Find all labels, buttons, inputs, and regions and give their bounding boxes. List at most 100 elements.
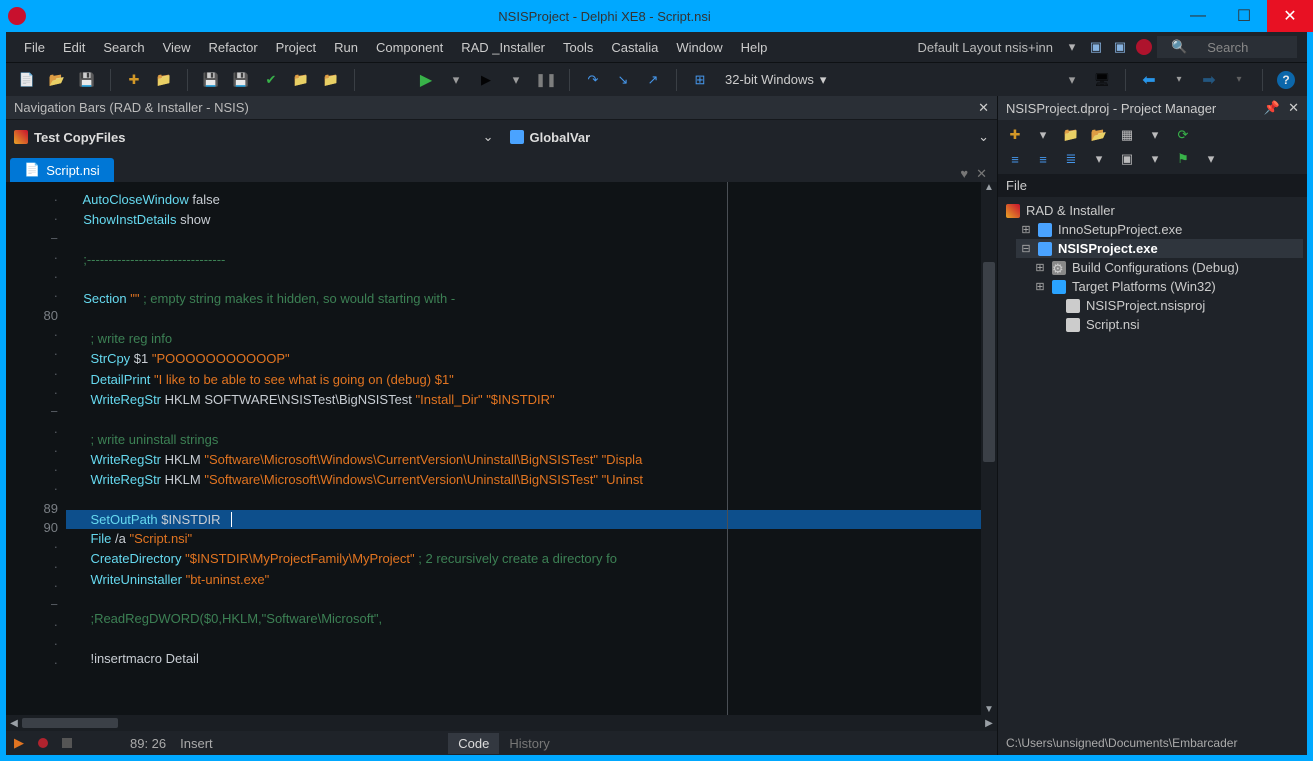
menu-component[interactable]: Component	[368, 36, 451, 59]
expand-icon[interactable]: ≡	[1006, 150, 1024, 168]
pm-toolbar: ✚ ▾ 📁 📂 ▦ ▾ ⟳	[998, 120, 1307, 150]
nav-back-button[interactable]: ⬅	[1138, 69, 1160, 91]
nav-forward-button[interactable]: ➡	[1198, 69, 1220, 91]
refresh-icon[interactable]: ⟳	[1174, 126, 1192, 144]
chevron-down-icon[interactable]: ▾	[1146, 150, 1164, 168]
new-file-icon[interactable]: 📄	[16, 69, 38, 91]
bottom-tab-history[interactable]: History	[499, 733, 559, 754]
menu-tools[interactable]: Tools	[555, 36, 601, 59]
menu-castalia[interactable]: Castalia	[603, 36, 666, 59]
chevron-down-icon[interactable]: ▾	[1202, 150, 1220, 168]
nav-global-selector[interactable]: GlobalVar	[502, 130, 971, 145]
folder-add-icon[interactable]: 📁	[290, 69, 312, 91]
tree-root[interactable]: RAD & Installer	[1002, 201, 1303, 220]
editor-tab-active[interactable]: 📄 Script.nsi	[10, 158, 114, 182]
collapse-icon[interactable]: ≡	[1034, 150, 1052, 168]
layout-icon-1[interactable]: ▣	[1085, 36, 1107, 58]
heart-icon[interactable]: ♥	[960, 166, 968, 182]
chevron-down-icon[interactable]: ▾	[1034, 126, 1052, 144]
desktop-icon[interactable]: 🖥	[1091, 69, 1113, 91]
close-panel-button[interactable]: ✕	[1288, 100, 1299, 116]
folder-new-icon[interactable]: 📁	[320, 69, 342, 91]
platforms-icon	[1052, 280, 1066, 294]
menu-file[interactable]: File	[16, 36, 53, 59]
pm-column-header[interactable]: File	[998, 174, 1307, 197]
code-editor[interactable]: 80 8990 AutoCloseWindow false ShowInstDe…	[6, 182, 997, 715]
menu-rad-installer[interactable]: RAD _Installer	[453, 36, 553, 59]
collapse-icon[interactable]: ⊟	[1020, 242, 1032, 255]
code-content[interactable]: AutoCloseWindow false ShowInstDetails sh…	[66, 182, 997, 715]
menu-refactor[interactable]: Refactor	[201, 36, 266, 59]
tree-node-inno[interactable]: ⊞ InnoSetupProject.exe	[1016, 220, 1303, 239]
close-button[interactable]: ✕	[1267, 0, 1313, 32]
nav-section-selector[interactable]: Test CopyFiles	[6, 130, 475, 145]
menu-help[interactable]: Help	[733, 36, 776, 59]
add-file-icon[interactable]: 📁	[1062, 126, 1080, 144]
chevron-down-icon[interactable]: ⌄	[475, 129, 502, 145]
menu-search[interactable]: Search	[95, 36, 152, 59]
step-over-icon[interactable]: ↷	[582, 69, 604, 91]
save-as-icon[interactable]: 💾	[230, 69, 252, 91]
menu-window[interactable]: Window	[668, 36, 730, 59]
tree-node-script[interactable]: Script.nsi	[1044, 315, 1303, 334]
pin-icon[interactable]: 📌	[1264, 100, 1280, 116]
menu-edit[interactable]: Edit	[55, 36, 93, 59]
vertical-scrollbar[interactable]: ▲▼	[981, 182, 997, 715]
view-icon[interactable]: ▦	[1118, 126, 1136, 144]
pause-button[interactable]: ❚❚	[535, 69, 557, 91]
play-icon[interactable]: ▶	[14, 735, 24, 751]
menu-view[interactable]: View	[155, 36, 199, 59]
close-panel-button[interactable]: ✕	[978, 100, 989, 116]
bottom-tab-code[interactable]: Code	[448, 733, 499, 754]
layout-selector[interactable]: Default Layout nsis+inn	[911, 36, 1059, 59]
step-into-icon[interactable]: ↘	[612, 69, 634, 91]
menu-run[interactable]: Run	[326, 36, 366, 59]
app-icon	[8, 7, 26, 25]
layout-icon-2[interactable]: ▣	[1109, 36, 1131, 58]
tree-node-nsis[interactable]: ⊟ NSISProject.exe	[1016, 239, 1303, 258]
expand-icon[interactable]: ⊞	[1020, 223, 1032, 236]
new-project-icon[interactable]: ✚	[1006, 126, 1024, 144]
tree-node-build[interactable]: ⊞ ⚙ Build Configurations (Debug)	[1030, 258, 1303, 277]
record-icon[interactable]	[38, 738, 48, 748]
nav-back-dropdown[interactable]: ▾	[1168, 69, 1190, 91]
horizontal-scrollbar[interactable]: ◀▶	[6, 715, 997, 731]
open-icon[interactable]: 📂	[46, 69, 68, 91]
open-project-icon[interactable]: 📁	[153, 69, 175, 91]
save-all-icon[interactable]: 💾	[200, 69, 222, 91]
list-icon[interactable]: ≣	[1062, 150, 1080, 168]
platform-selector[interactable]: 32-bit Windows ▾	[719, 72, 832, 88]
chevron-down-icon[interactable]: ▾	[1146, 126, 1164, 144]
maximize-button[interactable]: ☐	[1221, 0, 1267, 32]
project-tree[interactable]: RAD & Installer ⊞ InnoSetupProject.exe ⊟…	[998, 197, 1307, 338]
run-dropdown2-icon[interactable]: ▾	[505, 69, 527, 91]
nav-forward-dropdown[interactable]: ▾	[1228, 69, 1250, 91]
run-no-debug-icon[interactable]: ▶	[475, 69, 497, 91]
expand-icon[interactable]: ⊞	[1034, 261, 1046, 274]
search-placeholder: Search	[1199, 36, 1256, 59]
step-out-icon[interactable]: ↗	[642, 69, 664, 91]
save-icon[interactable]: 💾	[76, 69, 98, 91]
remove-icon[interactable]: 📂	[1090, 126, 1108, 144]
close-tab-button[interactable]: ✕	[976, 166, 987, 182]
new-form-icon[interactable]: ✚	[123, 69, 145, 91]
layout-icon[interactable]: ▣	[1118, 150, 1136, 168]
run-dropdown-icon[interactable]: ▾	[445, 69, 467, 91]
run-button[interactable]: ▶	[415, 69, 437, 91]
chevron-down-icon[interactable]: ▾	[1061, 36, 1083, 58]
brand-icon[interactable]	[1133, 36, 1155, 58]
stop-icon[interactable]	[62, 738, 72, 748]
help-button[interactable]: ?	[1275, 69, 1297, 91]
tab-label: Script.nsi	[46, 163, 99, 178]
menu-project[interactable]: Project	[268, 36, 324, 59]
expand-icon[interactable]: ⊞	[1034, 280, 1046, 293]
chevron-down-icon[interactable]: ⌄	[970, 129, 997, 145]
chevron-down-icon[interactable]: ▾	[1061, 69, 1083, 91]
chevron-down-icon[interactable]: ▾	[1090, 150, 1108, 168]
tree-node-platforms[interactable]: ⊞ Target Platforms (Win32)	[1030, 277, 1303, 296]
search-box[interactable]: 🔍 Search	[1157, 36, 1297, 58]
filter-icon[interactable]: ⚑	[1174, 150, 1192, 168]
tree-node-nsisproj[interactable]: NSISProject.nsisproj	[1044, 296, 1303, 315]
minimize-button[interactable]: —	[1175, 0, 1221, 32]
add-icon[interactable]: ✔	[260, 69, 282, 91]
